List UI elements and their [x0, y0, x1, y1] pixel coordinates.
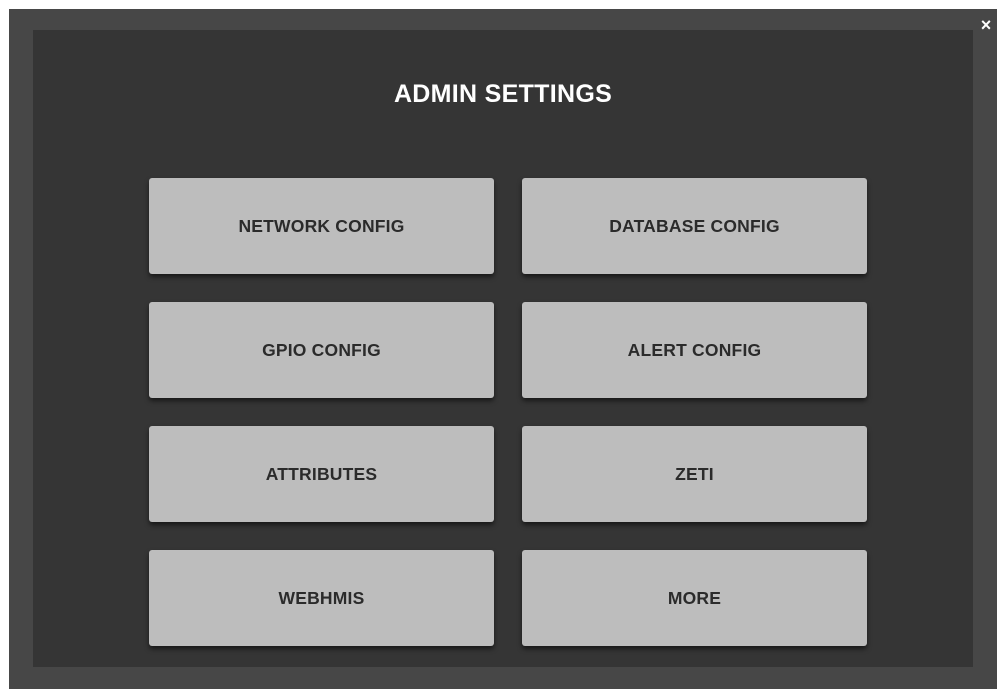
- settings-button-grid: NETWORK CONFIG DATABASE CONFIG GPIO CONF…: [149, 178, 867, 646]
- modal-title: ADMIN SETTINGS: [393, 80, 613, 108]
- more-button[interactable]: MORE: [522, 550, 867, 646]
- close-icon[interactable]: ×: [978, 16, 994, 34]
- attributes-button[interactable]: ATTRIBUTES: [149, 426, 494, 522]
- database-config-button[interactable]: DATABASE CONFIG: [522, 178, 867, 274]
- gpio-config-button[interactable]: GPIO CONFIG: [149, 302, 494, 398]
- modal-overlay: × ADMIN SETTINGS NETWORK CONFIG DATABASE…: [9, 9, 997, 689]
- network-config-button[interactable]: NETWORK CONFIG: [149, 178, 494, 274]
- alert-config-button[interactable]: ALERT CONFIG: [522, 302, 867, 398]
- admin-settings-panel: ADMIN SETTINGS NETWORK CONFIG DATABASE C…: [33, 30, 973, 667]
- webhmis-button[interactable]: WEBHMIS: [149, 550, 494, 646]
- zeti-button[interactable]: ZETI: [522, 426, 867, 522]
